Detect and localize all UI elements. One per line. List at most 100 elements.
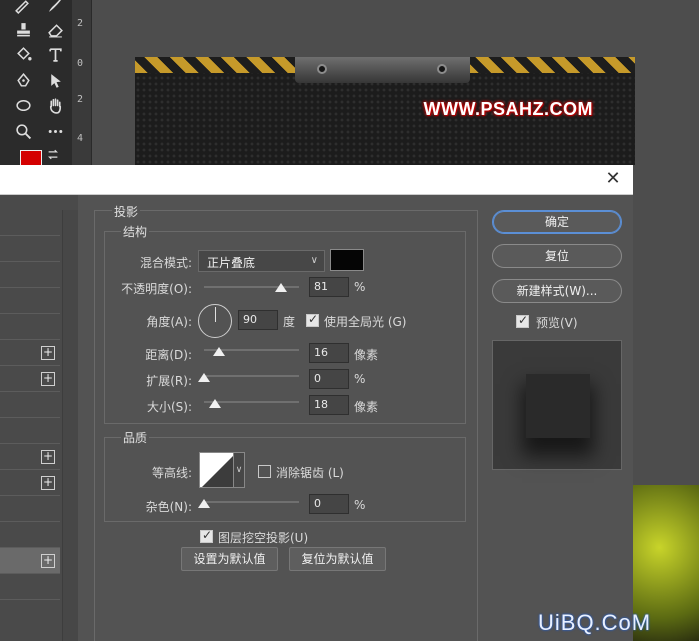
metal-plate <box>295 57 470 83</box>
contour-curve-icon <box>202 455 234 487</box>
list-item[interactable] <box>0 392 60 418</box>
list-item[interactable] <box>0 210 60 236</box>
angle-unit: 度 <box>283 315 296 329</box>
opacity-slider-thumb[interactable] <box>274 283 287 292</box>
list-item[interactable] <box>0 288 60 314</box>
angle-label: 角度(A): <box>146 315 192 329</box>
distance-label: 距离(D): <box>145 348 192 362</box>
list-item[interactable]: + <box>0 340 60 366</box>
vertical-ruler: 2 0 2 4 <box>72 0 92 170</box>
spread-slider[interactable] <box>204 375 299 377</box>
add-icon[interactable]: + <box>41 450 55 464</box>
opacity-label: 不透明度(O): <box>121 282 192 296</box>
new-style-button[interactable]: 新建样式(W)... <box>492 279 622 303</box>
eraser-icon[interactable] <box>44 18 66 40</box>
preview-checkbox[interactable] <box>516 313 529 328</box>
ruler-number: 4 <box>77 133 84 144</box>
pen-tool-icon[interactable] <box>12 69 34 91</box>
drop-shadow-title: 投影 <box>112 203 141 220</box>
list-item[interactable]: + <box>0 444 60 470</box>
size-unit: 像素 <box>354 400 379 414</box>
list-scrollbar[interactable] <box>62 210 78 641</box>
spread-label: 扩展(R): <box>146 374 192 388</box>
dialog-title-bar[interactable]: ✕ <box>0 165 633 195</box>
add-icon[interactable]: + <box>41 476 55 490</box>
list-item[interactable] <box>0 418 60 444</box>
size-label: 大小(S): <box>146 400 192 414</box>
blend-mode-label: 混合模式: <box>139 256 192 270</box>
size-input[interactable]: 18 <box>309 395 349 415</box>
ruler-number: 0 <box>77 58 84 69</box>
angle-needle <box>215 307 216 322</box>
list-item[interactable] <box>0 262 60 288</box>
healing-brush-icon[interactable] <box>10 0 32 16</box>
global-light-checkbox[interactable] <box>306 312 319 327</box>
style-preview <box>492 340 622 470</box>
hand-tool-icon[interactable] <box>44 94 66 116</box>
blend-mode-select[interactable]: 正片叠底 ∨ <box>198 250 325 272</box>
type-tool-icon[interactable] <box>44 43 66 65</box>
distance-input[interactable]: 16 <box>309 343 349 363</box>
ruler-number: 2 <box>77 94 84 105</box>
swap-colors-icon[interactable] <box>46 147 60 161</box>
distance-unit: 像素 <box>354 348 379 362</box>
ellipse-tool-icon[interactable] <box>12 94 34 116</box>
list-item-selected[interactable]: + <box>0 548 60 574</box>
distance-slider-thumb[interactable] <box>213 347 225 356</box>
list-item[interactable] <box>0 314 60 340</box>
spread-input[interactable]: 0 <box>309 369 349 389</box>
shadow-color-swatch[interactable] <box>330 249 364 271</box>
path-selection-icon[interactable] <box>44 69 66 91</box>
contour-dropdown[interactable]: ∨ <box>233 452 245 488</box>
noise-slider-thumb[interactable] <box>198 499 210 508</box>
brush-icon[interactable] <box>43 0 65 16</box>
list-item[interactable]: + <box>0 470 60 496</box>
angle-input[interactable]: 90 <box>238 310 278 330</box>
bolt-icon <box>317 64 327 74</box>
list-item[interactable] <box>0 236 60 262</box>
anti-alias-label: 消除锯齿 (L) <box>276 466 344 480</box>
noise-input[interactable]: 0 <box>309 494 349 514</box>
global-light-label: 使用全局光 (G) <box>324 315 407 329</box>
spread-slider-thumb[interactable] <box>198 373 210 382</box>
site-watermark: UiBQ.CoM <box>538 610 652 635</box>
preview-label: 预览(V) <box>536 316 578 330</box>
make-default-button[interactable]: 设置为默认值 <box>181 547 278 571</box>
quality-title: 品质 <box>121 429 150 446</box>
zoom-tool-icon[interactable] <box>12 120 34 142</box>
bolt-icon <box>437 64 447 74</box>
stamp-icon[interactable] <box>12 18 34 40</box>
ok-button[interactable]: 确定 <box>492 210 622 234</box>
list-item[interactable] <box>0 522 60 548</box>
chevron-down-icon: ∨ <box>310 255 318 266</box>
size-slider-thumb[interactable] <box>209 399 221 408</box>
list-item[interactable]: + <box>0 366 60 392</box>
add-icon[interactable]: + <box>41 372 55 386</box>
opacity-unit: % <box>354 280 366 294</box>
contour-picker[interactable] <box>199 452 235 488</box>
structure-title: 结构 <box>121 223 150 240</box>
reset-default-button[interactable]: 复位为默认值 <box>289 547 386 571</box>
reset-button[interactable]: 复位 <box>492 244 622 268</box>
add-icon[interactable]: + <box>41 554 55 568</box>
add-icon[interactable]: + <box>41 346 55 360</box>
canvas-watermark: WWW.PSAHZ.COM <box>423 99 593 119</box>
preview-square <box>526 374 590 438</box>
contour-label: 等高线: <box>151 466 192 480</box>
angle-dial[interactable] <box>198 304 232 338</box>
list-item[interactable] <box>0 496 60 522</box>
more-tools-icon[interactable] <box>44 120 66 142</box>
close-button[interactable]: ✕ <box>603 169 623 189</box>
list-item[interactable] <box>0 574 60 600</box>
artwork-image: WWW.PSAHZ.COM <box>135 57 635 177</box>
ruler-number: 2 <box>77 18 84 29</box>
spread-unit: % <box>354 372 366 386</box>
blend-mode-value: 正片叠底 <box>207 256 256 270</box>
anti-alias-checkbox[interactable] <box>258 465 271 478</box>
noise-label: 杂色(N): <box>145 500 192 514</box>
knockout-label: 图层挖空投影(U) <box>218 531 309 545</box>
noise-slider[interactable] <box>204 501 299 503</box>
knockout-checkbox[interactable] <box>200 528 213 543</box>
opacity-input[interactable]: 81 <box>309 277 349 297</box>
paint-bucket-icon[interactable] <box>12 43 34 65</box>
